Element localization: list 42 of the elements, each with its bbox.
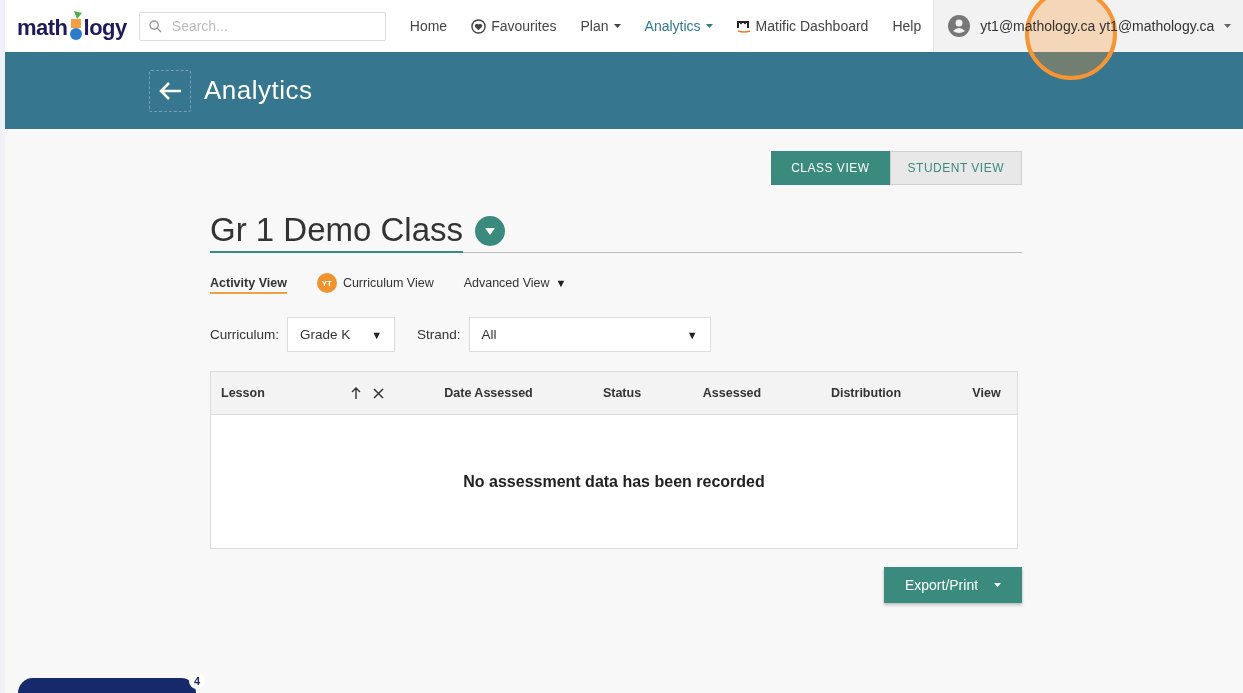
- m-logo-icon: [736, 19, 751, 33]
- close-icon[interactable]: [373, 387, 384, 399]
- column-header: Distribution: [829, 386, 903, 400]
- view-tab[interactable]: Activity View: [210, 276, 287, 294]
- nav-link[interactable]: Plan: [568, 18, 633, 34]
- user-avatar-icon[interactable]: [948, 15, 971, 37]
- view-tab[interactable]: YT Curriculum View: [316, 273, 434, 297]
- column-header: View: [971, 386, 1002, 400]
- search-field[interactable]: Search...: [138, 11, 386, 41]
- search-icon: [148, 19, 162, 33]
- view-tab[interactable]: Advanced View ▼: [463, 276, 567, 294]
- count-badge: 4: [189, 673, 205, 689]
- logo-icon: [67, 11, 84, 41]
- select-field[interactable]: All ▼: [468, 317, 711, 352]
- select-field[interactable]: Grade K ▼: [287, 317, 395, 352]
- caret-icon: [1224, 24, 1232, 28]
- sort-up-icon[interactable]: [351, 387, 361, 399]
- nav-link[interactable]: Matific Dashboard: [724, 18, 881, 34]
- nav-link[interactable]: Help: [880, 18, 934, 34]
- filter-label: Strand:: [417, 327, 461, 342]
- back-button[interactable]: [149, 69, 191, 112]
- empty-message: No assessment data has been recorded: [463, 472, 765, 491]
- column-header: Assessed: [701, 386, 763, 400]
- column-header: Date Assessed: [443, 386, 534, 400]
- export-button[interactable]: Export/Print: [884, 567, 1022, 603]
- caret-icon: [705, 24, 713, 28]
- logo-text: logy: [83, 15, 127, 41]
- filter-label: Curriculum:: [210, 327, 279, 342]
- caret-icon: [613, 24, 621, 28]
- back-arrow-icon: [158, 80, 182, 101]
- column-header: Lesson: [221, 386, 266, 400]
- nav-link[interactable]: Analytics: [632, 18, 725, 34]
- logo-text: math: [17, 15, 68, 41]
- nav-link[interactable]: Home: [397, 18, 460, 34]
- class-title: Gr 1 Demo Class: [210, 211, 464, 253]
- caret-icon: [994, 583, 1002, 587]
- dropdown-icon[interactable]: [475, 215, 506, 246]
- view-toggle-button[interactable]: CLASS VIEW: [771, 151, 890, 185]
- page-title: Analytics: [204, 75, 313, 106]
- column-header: Status: [601, 386, 643, 400]
- nav-link[interactable]: Favourites: [459, 18, 569, 34]
- avatar-badge: YT: [316, 273, 337, 293]
